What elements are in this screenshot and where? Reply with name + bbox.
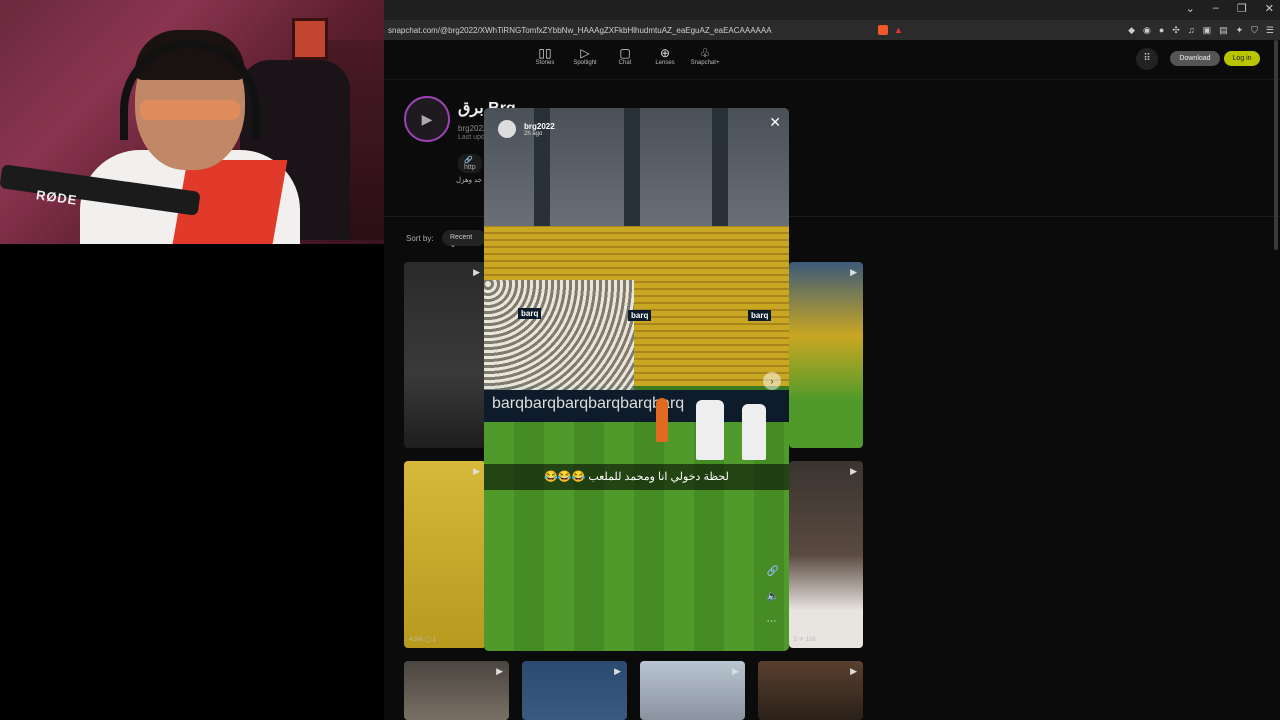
vpn-icon[interactable]: ⛉	[1251, 25, 1258, 36]
board-word: barq	[492, 395, 525, 412]
tab-list-icon[interactable]: ⌄	[1186, 2, 1195, 15]
next-arrow-icon[interactable]: ›	[763, 372, 781, 390]
lenses-icon: ⊕	[659, 46, 671, 60]
nav-label: Spotlight	[573, 60, 597, 66]
nav-label: Chat	[618, 60, 632, 66]
crowd	[484, 280, 634, 390]
story-tile[interactable]: ▶	[640, 661, 745, 720]
extension-icon[interactable]: ◆	[1128, 25, 1135, 36]
nav-spotlight[interactable]: ▷ Spotlight	[573, 46, 597, 66]
board-word: barq	[556, 395, 589, 412]
play-icon: ▶	[850, 666, 857, 676]
profile-username: brg2022	[458, 124, 488, 133]
story-tile[interactable]: ▶	[404, 262, 486, 448]
address-bar[interactable]: snapchat.com/@brg2022/XWhTiRNGTomfxZYbbN…	[384, 20, 1280, 40]
chat-icon: ▢	[619, 46, 631, 60]
story-viewer[interactable]: barq barq barq barqbarqbarqbarqbarqbarq …	[484, 108, 789, 651]
board-word: barq	[588, 395, 621, 412]
volume-icon[interactable]: 🔈	[767, 591, 779, 602]
stand-sign: barq	[628, 310, 652, 321]
play-icon: ▶	[473, 466, 480, 476]
story-tile[interactable]: ▶	[522, 661, 627, 720]
play-icon: ▶	[850, 267, 857, 277]
close-icon[interactable]: ✕	[769, 114, 781, 131]
sort-value: Recent	[450, 234, 473, 241]
spotlight-icon: ▷	[580, 46, 590, 60]
profile-updated: Last upd	[458, 134, 485, 141]
story-meta: brg2022 2h ago	[524, 122, 555, 137]
browser-window: ⌄ – ❐ ✕ snapchat.com/@brg2022/XWhTiRNGTo…	[384, 0, 1280, 720]
player	[656, 398, 668, 442]
menu-icon[interactable]: ☰	[1266, 25, 1274, 36]
nav-snapchat-plus[interactable]: ♧ Snapchat+	[691, 46, 720, 66]
story-tile[interactable]: ▶	[789, 262, 863, 448]
brave-shield-icon[interactable]	[878, 25, 888, 35]
profile-link[interactable]: 🔗 http	[458, 154, 482, 173]
scrollbar[interactable]	[1274, 40, 1278, 250]
link-icon[interactable]: 🔗	[767, 566, 779, 577]
music-icon[interactable]: ♫	[1188, 25, 1195, 36]
roof-beam	[712, 108, 728, 228]
snapchat-header: ▯▯ Stories ▷ Spotlight ▢ Chat ⊕ Lenses ♧…	[384, 40, 1280, 80]
title-bar: ⌄ – ❐ ✕	[384, 0, 1280, 20]
story-tile[interactable]: ▶ 4.5% ◯ 1	[404, 461, 486, 648]
story-avatar[interactable]	[498, 120, 516, 138]
translate-icon[interactable]: ◉	[1143, 25, 1151, 36]
story-username[interactable]: brg2022	[524, 122, 555, 131]
apps-grid-button[interactable]: ⠿	[1136, 48, 1158, 70]
play-icon: ▶	[614, 666, 621, 676]
player	[742, 404, 766, 460]
stand-sign: barq	[748, 310, 772, 321]
nav-label: Lenses	[655, 60, 675, 66]
player	[696, 400, 724, 460]
login-button[interactable]: Log in	[1224, 51, 1260, 66]
minimize-icon[interactable]: –	[1213, 2, 1219, 15]
story-time: 2h ago	[524, 130, 543, 137]
more-icon[interactable]: ⋯	[767, 616, 779, 627]
wallet-icon[interactable]: ▤	[1219, 25, 1228, 36]
sidebar-icon[interactable]: ▣	[1203, 25, 1212, 36]
leo-icon[interactable]: ✦	[1236, 25, 1244, 36]
tile-stats: 4.5% ◯ 1	[409, 637, 437, 643]
play-icon: ▶	[496, 666, 503, 676]
stories-icon: ▯▯	[538, 46, 552, 60]
rewards-icon[interactable]: ▲	[894, 25, 903, 35]
profile-bio: جد وهزل	[456, 177, 482, 184]
play-icon: ▶	[473, 267, 480, 277]
main-nav: ▯▯ Stories ▷ Spotlight ▢ Chat ⊕ Lenses ♧…	[534, 46, 720, 66]
ghost-icon: ♧	[699, 46, 711, 60]
restore-icon[interactable]: ❐	[1237, 2, 1247, 15]
play-icon: ▶	[732, 666, 739, 676]
tile-stats: 5 ✈ 108	[794, 637, 816, 643]
board-word: barq	[524, 395, 557, 412]
stand-sign: barq	[518, 308, 542, 319]
close-window-icon[interactable]: ✕	[1265, 2, 1274, 15]
extension-icon[interactable]: ●	[1159, 25, 1164, 36]
nav-label: Snapchat+	[690, 60, 720, 66]
story-tile[interactable]: ▶	[404, 661, 509, 720]
extension-icons: ◆ ◉ ● ✣ ♫ ▣ ▤ ✦ ⛉ ☰	[1128, 25, 1274, 36]
story-header: brg2022 2h ago	[498, 120, 555, 138]
story-tile[interactable]: ▶ 5 ✈ 108	[789, 461, 863, 648]
story-tile[interactable]: ▶	[758, 661, 863, 720]
nav-lenses[interactable]: ⊕ Lenses	[654, 46, 676, 66]
profile-avatar[interactable]: ▶	[404, 96, 450, 142]
url-text[interactable]: snapchat.com/@brg2022/XWhTiRNGTomfxZYbbN…	[388, 26, 870, 35]
story-caption: لحظة دخولي انا ومحمد للملعب 😂😂😂	[484, 464, 789, 490]
sort-label: Sort by:	[406, 234, 434, 243]
profile-link-text: http	[464, 164, 476, 171]
nav-label: Stories	[535, 60, 555, 66]
roof-beam	[624, 108, 640, 228]
play-icon: ▶	[850, 466, 857, 476]
story-actions: 🔗 🔈 ⋯	[767, 566, 779, 627]
puzzle-icon[interactable]: ✣	[1172, 25, 1180, 36]
nav-chat[interactable]: ▢ Chat	[614, 46, 636, 66]
webcam-overlay: RØDE	[0, 0, 384, 244]
nav-stories[interactable]: ▯▯ Stories	[534, 46, 556, 66]
download-button[interactable]: Download	[1170, 51, 1220, 66]
board-word: barq	[620, 395, 653, 412]
window-controls: ⌄ – ❐ ✕	[1186, 2, 1274, 15]
sort-select[interactable]: Recent ⌄	[442, 230, 486, 249]
url-icons: ▲	[878, 25, 903, 35]
